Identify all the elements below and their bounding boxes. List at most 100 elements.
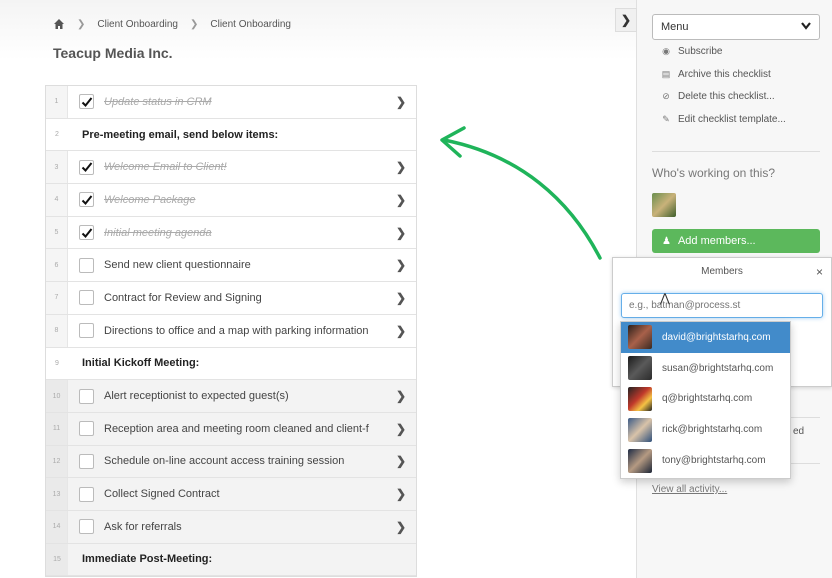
chevron-right-icon[interactable]: ❯ [386,193,416,207]
checklist-task[interactable]: 10 Alert receptionist to expected guest(s… [46,380,416,413]
menu-dropdown[interactable]: Menu [652,14,820,40]
checkmark-icon [81,227,92,238]
avatar [628,356,652,381]
checklist-task[interactable]: 8 Directions to office and a map with par… [46,314,416,348]
breadcrumb: ❯ Client Onboarding ❯ Client Onboarding [53,18,303,30]
avatar [628,448,652,473]
menu-item-label: Delete this checklist... [678,91,775,103]
member-suggestion[interactable]: susan@brightstarhq.com [621,353,790,384]
checklist: 1 Update status in CRM ❯ 2 Pre-meeting email… [45,85,417,578]
checklist-heading[interactable]: 15 Immediate Post-Meeting: [46,543,416,577]
chevron-right-icon[interactable]: ❯ [386,487,416,501]
delete-icon: ⊘ [662,91,670,102]
checklist-task[interactable]: 14 Ask for referrals ❯ [46,510,416,544]
checklist-heading[interactable]: 2 Pre-meeting email, send below items: [46,118,416,152]
add-members-button[interactable]: ♟ Add members... [652,229,820,253]
menu-item-label: Archive this checklist [678,68,771,80]
checklist-task[interactable]: 5 Initial meeting agenda ❯ [46,216,416,250]
task-number: 4 [46,184,68,216]
annotation-arrow [440,126,602,260]
text-cursor-icon: ⋀ [660,291,670,305]
obscured-text: ed [793,426,805,437]
chevron-right-icon[interactable]: ❯ [386,454,416,468]
menu-item-subscribe[interactable]: ◉ Subscribe [652,40,820,63]
chevron-right-icon[interactable]: ❯ [386,422,416,436]
close-icon[interactable]: × [816,265,823,279]
checklist-task[interactable]: 11 Reception area and meeting room cleane… [46,412,416,446]
chevron-right-icon[interactable]: ❯ [386,520,416,534]
task-number: 8 [46,314,68,347]
menu-label: Menu [661,21,689,33]
task-checkbox[interactable] [79,290,94,306]
task-number: 12 [46,445,68,478]
main-content: ❯ Client Onboarding ❯ Client Onboarding … [0,0,636,578]
collapse-sidebar-button[interactable]: ❯ [615,8,637,32]
home-icon[interactable] [53,18,65,30]
checklist-task[interactable]: 3 Welcome Email to Client! ❯ [46,151,416,185]
task-label: Immediate Post-Meeting: [82,553,213,566]
task-number: 13 [46,478,68,510]
chevron-right-icon[interactable]: ❯ [386,226,416,240]
avatar [628,386,652,411]
task-label: Welcome Package [104,193,196,206]
task-label: Pre-meeting email, send below items: [82,128,279,141]
member-email-input[interactable] [621,293,823,318]
checklist-task[interactable]: 6 Send new client questionnaire ❯ [46,249,416,283]
checklist-task[interactable]: 1 Update status in CRM ❯ [46,86,416,119]
checkmark-icon [81,162,92,173]
checklist-task[interactable]: 13 Collect Signed Contract ❯ [46,478,416,511]
member-email: david@brightstarhq.com [662,331,771,343]
menu-item-delete[interactable]: ⊘ Delete this checklist... [652,85,820,108]
task-checkbox[interactable] [79,257,94,273]
task-checkbox[interactable] [79,486,94,502]
task-number: 9 [46,347,68,380]
task-number: 14 [46,510,68,543]
task-label: Initial meeting agenda [104,226,212,239]
pencil-icon: ✎ [662,113,670,124]
task-checkbox[interactable] [79,323,94,339]
eye-icon: ◉ [662,45,670,56]
menu-item-archive[interactable]: ▤ Archive this checklist [652,63,820,86]
task-checkbox[interactable] [79,159,94,175]
checklist-heading[interactable]: 9 Initial Kickoff Meeting: [46,347,416,381]
chevron-right-icon[interactable]: ❯ [386,291,416,305]
task-label: Reception area and meeting room cleaned … [104,422,369,435]
task-label: Update status in CRM [104,95,212,108]
task-checkbox[interactable] [79,94,94,110]
member-suggestion[interactable]: david@brightstarhq.com [621,322,790,353]
task-number: 6 [46,249,68,282]
task-checkbox[interactable] [79,388,94,404]
page-title: Teacup Media Inc. [53,45,173,61]
member-suggestion[interactable]: tony@brightstarhq.com [621,445,790,476]
task-label: Send new client questionnaire [104,259,251,272]
view-all-activity-link[interactable]: View all activity... [652,484,727,495]
menu-item-edit-template[interactable]: ✎ Edit checklist template... [652,108,820,131]
task-number: 11 [46,412,68,445]
member-suggestion[interactable]: rick@brightstarhq.com [621,414,790,445]
chevron-right-icon[interactable]: ❯ [386,389,416,403]
member-suggestion[interactable]: q@brightstarhq.com [621,384,790,415]
checkmark-icon [81,195,92,205]
member-email: q@brightstarhq.com [662,393,753,405]
breadcrumb-item[interactable]: Client Onboarding [97,19,178,30]
chevron-right-icon[interactable]: ❯ [386,160,416,174]
divider [652,151,820,152]
breadcrumb-item[interactable]: Client Onboarding [210,19,291,30]
task-checkbox[interactable] [79,225,94,241]
task-number: 5 [46,216,68,249]
avatar[interactable] [652,193,676,217]
task-number: 15 [46,543,68,576]
checklist-task[interactable]: 4 Welcome Package ❯ [46,184,416,217]
checklist-task[interactable]: 12 Schedule on-line account access traini… [46,445,416,479]
add-members-label: Add members... [677,235,756,247]
member-email: rick@brightstarhq.com [662,424,763,436]
task-checkbox[interactable] [79,421,94,437]
chevron-right-icon[interactable]: ❯ [386,258,416,272]
chevron-right-icon[interactable]: ❯ [386,324,416,338]
task-number: 2 [46,118,68,151]
chevron-right-icon[interactable]: ❯ [386,95,416,109]
checklist-task[interactable]: 7 Contract for Review and Signing ❯ [46,282,416,315]
task-checkbox[interactable] [79,519,94,535]
task-checkbox[interactable] [79,192,94,208]
task-checkbox[interactable] [79,453,94,469]
